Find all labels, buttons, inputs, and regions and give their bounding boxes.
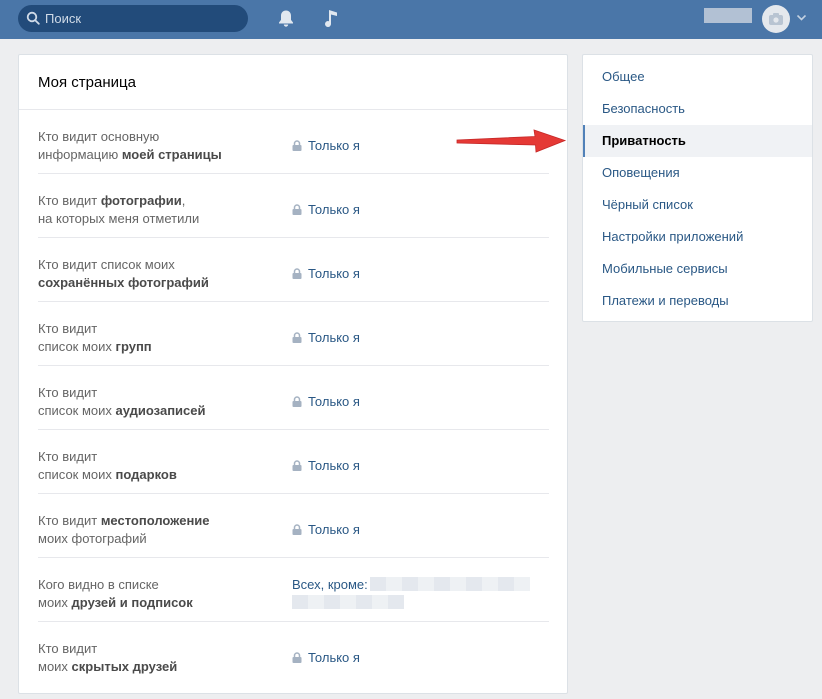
nav-item-notifications[interactable]: Оповещения <box>583 157 812 189</box>
music-icon[interactable] <box>322 8 340 28</box>
avatar[interactable] <box>762 5 790 33</box>
setting-label: Кто видит список моих сохранённых фотогра… <box>38 257 209 290</box>
nav-item-app-settings[interactable]: Настройки приложений <box>583 221 812 253</box>
privacy-select[interactable]: Всех, кроме: <box>292 576 542 612</box>
setting-row: Кто видит список моих сохранённых фотогра… <box>38 238 549 302</box>
page-title: Моя страница <box>19 55 567 110</box>
nav-item-general[interactable]: Общее <box>583 61 812 93</box>
lock-icon <box>292 140 302 151</box>
setting-row: Кто видит список моих групп Только я <box>38 302 549 366</box>
lock-icon <box>292 268 302 279</box>
setting-label: Кто видит основную информацию моей страни… <box>38 129 222 162</box>
annotation-arrow-icon <box>456 129 567 153</box>
nav-item-security[interactable]: Безопасность <box>583 93 812 125</box>
privacy-select[interactable]: Только я <box>292 202 360 217</box>
nav-item-privacy[interactable]: Приватность <box>583 125 812 157</box>
privacy-select[interactable]: Только я <box>292 458 360 473</box>
top-bar: Поиск <box>0 0 822 39</box>
setting-row: Кого видно в списке моих друзей и подписо… <box>38 558 549 622</box>
privacy-select[interactable]: Только я <box>292 138 360 153</box>
setting-row: Кто видит фотографии, на которых меня отм… <box>38 174 549 238</box>
lock-icon <box>292 204 302 215</box>
redacted-names <box>292 595 404 609</box>
settings-list: Кто видит основную информацию моей страни… <box>38 110 549 686</box>
settings-nav: Общее Безопасность Приватность Оповещени… <box>582 54 813 322</box>
lock-icon <box>292 652 302 663</box>
lock-icon <box>292 460 302 471</box>
redacted-names <box>369 577 530 591</box>
search-placeholder: Поиск <box>45 11 82 26</box>
lock-icon <box>292 332 302 343</box>
bell-icon[interactable] <box>277 9 295 28</box>
privacy-select[interactable]: Только я <box>292 650 360 665</box>
setting-label: Кто видит список моих подарков <box>38 449 177 482</box>
nav-item-mobile[interactable]: Мобильные сервисы <box>583 253 812 285</box>
privacy-select[interactable]: Только я <box>292 522 360 537</box>
setting-label: Кто видит моих скрытых друзей <box>38 641 178 674</box>
privacy-select[interactable]: Только я <box>292 330 360 345</box>
setting-label: Кто видит список моих аудиозаписей <box>38 385 206 418</box>
setting-row: Кто видит моих скрытых друзей Только я <box>38 622 549 686</box>
nav-item-payments[interactable]: Платежи и переводы <box>583 285 812 317</box>
camera-icon <box>769 13 783 25</box>
setting-label: Кого видно в списке моих друзей и подписо… <box>38 577 193 610</box>
setting-row: Кто видит местоположение моих фотографий … <box>38 494 549 558</box>
privacy-select[interactable]: Только я <box>292 394 360 409</box>
lock-icon <box>292 524 302 535</box>
search-box[interactable]: Поиск <box>18 5 248 32</box>
lock-icon <box>292 396 302 407</box>
user-name-redacted[interactable] <box>704 8 752 23</box>
setting-label: Кто видит фотографии, на которых меня отм… <box>38 193 200 226</box>
setting-row: Кто видит список моих подарков Только я <box>38 430 549 494</box>
privacy-select[interactable]: Только я <box>292 266 360 281</box>
search-icon <box>26 11 40 25</box>
setting-label: Кто видит местоположение моих фотографий <box>38 513 210 546</box>
nav-item-blacklist[interactable]: Чёрный список <box>583 189 812 221</box>
setting-label: Кто видит список моих групп <box>38 321 152 354</box>
setting-row: Кто видит список моих аудиозаписей Только… <box>38 366 549 430</box>
chevron-down-icon[interactable] <box>797 15 806 21</box>
